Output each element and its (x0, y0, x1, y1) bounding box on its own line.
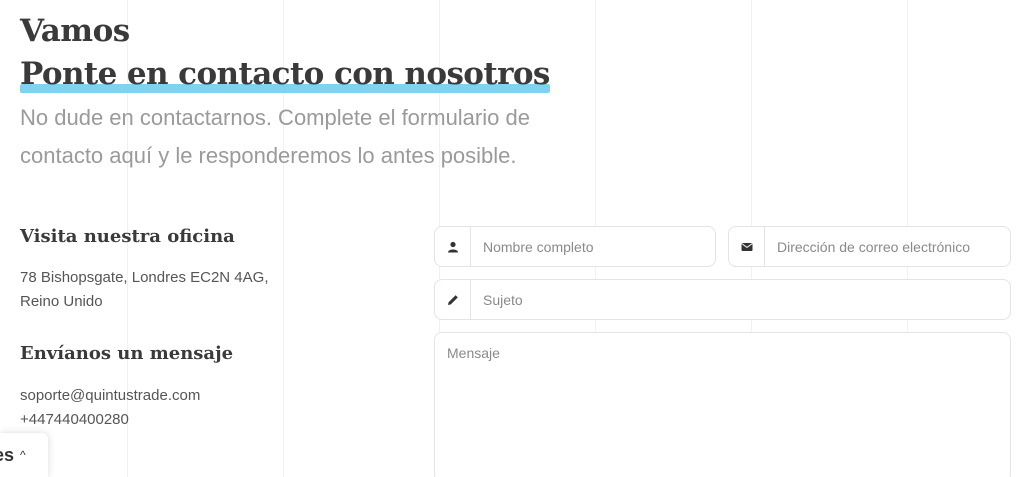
contact-phone[interactable]: +447440400280 (20, 408, 200, 432)
subject-input[interactable] (471, 280, 1010, 319)
chevron-up-icon: ^ (20, 448, 26, 462)
page-heading: Vamos Ponte en contacto con nosotros (20, 10, 550, 96)
message-textarea[interactable] (435, 333, 1010, 477)
pencil-icon (435, 280, 471, 319)
address-line-2: Reino Unido (20, 293, 103, 310)
user-icon (435, 227, 471, 266)
heading-line-2-text: Ponte en contacto con nosotros (20, 56, 550, 92)
subject-field (434, 279, 1011, 320)
message-title: Envíanos un mensaje (20, 343, 234, 364)
lead-paragraph: No dude en contactarnos. Complete el for… (20, 105, 530, 168)
language-label: es (0, 444, 15, 465)
email-field (728, 226, 1011, 267)
envelope-icon (729, 227, 765, 266)
office-title: Visita nuestra oficina (20, 226, 235, 247)
heading-line-2: Ponte en contacto con nosotros (20, 52, 550, 96)
office-address: 78 Bishopsgate, Londres EC2N 4AG, Reino … (20, 266, 268, 314)
contact-email[interactable]: soporte@quintustrade.com (20, 384, 200, 408)
contact-details: soporte@quintustrade.com +447440400280 (20, 384, 200, 432)
email-input[interactable] (765, 227, 1010, 266)
message-field (434, 332, 1011, 477)
name-field (434, 226, 716, 267)
name-input[interactable] (471, 227, 715, 266)
address-line-1: 78 Bishopsgate, Londres EC2N 4AG, (20, 269, 269, 286)
language-toggle[interactable]: es ^ (0, 433, 48, 477)
heading-line-1: Vamos (20, 13, 130, 49)
